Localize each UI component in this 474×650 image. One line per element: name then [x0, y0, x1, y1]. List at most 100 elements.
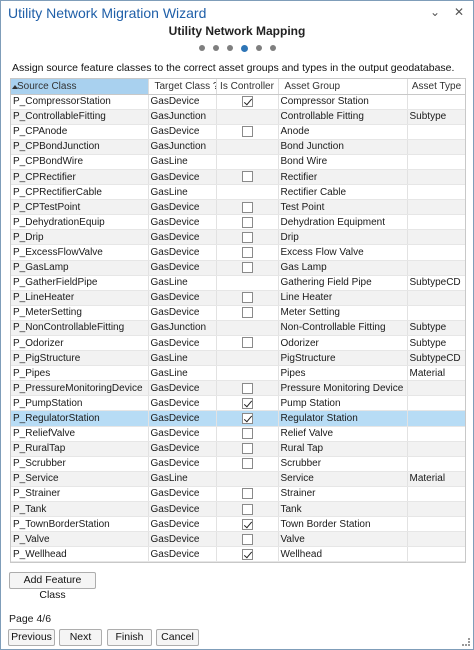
asset-type-cell[interactable]: [407, 486, 465, 503]
is-controller-checkbox[interactable]: [241, 246, 253, 258]
source-class-cell[interactable]: P_CompressorStation: [11, 94, 149, 110]
source-class-cell[interactable]: P_Service: [11, 471, 149, 487]
table-row[interactable]: P_GatherFieldPipe GasLine Gathering Field …: [11, 275, 465, 291]
target-class-cell[interactable]: GasLine: [148, 471, 217, 487]
is-controller-cell[interactable]: [216, 229, 279, 246]
target-class-cell[interactable]: GasDevice: [148, 395, 217, 412]
is-controller-cell[interactable]: [216, 184, 279, 201]
target-class-cell[interactable]: GasDevice: [148, 335, 217, 352]
column-header-source-class[interactable]: Source Class: [11, 79, 149, 95]
asset-type-cell[interactable]: [407, 441, 465, 457]
asset-group-cell[interactable]: Town Border Station: [278, 516, 408, 533]
table-row[interactable]: P_Wellhead GasDevice Wellhead: [11, 546, 465, 562]
table-row[interactable]: P_RegulatorStation GasDevice Regulator Sta…: [11, 410, 465, 427]
table-row[interactable]: P_PigStructure GasLine PigStructure Subtype…: [11, 350, 465, 367]
is-controller-cell[interactable]: [216, 169, 279, 186]
source-class-cell[interactable]: P_PigStructure: [11, 350, 149, 367]
is-controller-checkbox[interactable]: [241, 95, 253, 107]
asset-type-cell[interactable]: [407, 124, 465, 140]
target-class-cell[interactable]: GasDevice: [148, 124, 217, 140]
target-class-cell[interactable]: GasDevice: [148, 244, 217, 261]
asset-type-cell[interactable]: [407, 516, 465, 533]
is-controller-cell[interactable]: [216, 456, 279, 472]
is-controller-checkbox[interactable]: [241, 171, 253, 183]
target-class-cell[interactable]: GasJunction: [148, 320, 217, 337]
source-class-cell[interactable]: P_ExcessFlowValve: [11, 244, 149, 261]
target-class-cell[interactable]: GasDevice: [148, 456, 217, 472]
target-class-cell[interactable]: GasLine: [148, 275, 217, 291]
is-controller-cell[interactable]: [216, 395, 279, 412]
source-class-cell[interactable]: P_ReliefValve: [11, 426, 149, 442]
is-controller-cell[interactable]: [216, 124, 279, 140]
asset-group-cell[interactable]: Strainer: [278, 486, 408, 503]
asset-type-cell[interactable]: Subtype: [407, 320, 465, 337]
target-class-cell[interactable]: GasLine: [148, 154, 217, 170]
target-class-cell[interactable]: GasDevice: [148, 531, 217, 548]
table-row[interactable]: P_DehydrationEquip GasDevice Dehydration E…: [11, 214, 465, 231]
asset-type-cell[interactable]: [407, 290, 465, 306]
add-feature-class-button[interactable]: Add Feature Class: [9, 572, 96, 601]
source-class-cell[interactable]: P_Drip: [11, 229, 149, 246]
is-controller-cell[interactable]: [216, 139, 279, 155]
asset-group-cell[interactable]: Pump Station: [278, 395, 408, 412]
is-controller-checkbox[interactable]: [241, 397, 253, 409]
source-class-cell[interactable]: P_TownBorderStation: [11, 516, 149, 533]
target-class-cell[interactable]: GasDevice: [148, 290, 217, 306]
source-class-cell[interactable]: P_Wellhead: [11, 546, 149, 562]
is-controller-checkbox[interactable]: [241, 231, 253, 243]
target-class-cell[interactable]: GasLine: [148, 184, 217, 201]
source-class-cell[interactable]: P_LineHeater: [11, 290, 149, 306]
asset-type-cell[interactable]: [407, 410, 465, 427]
asset-type-cell[interactable]: [407, 546, 465, 562]
asset-group-cell[interactable]: Dehydration Equipment: [278, 214, 408, 231]
asset-type-cell[interactable]: [407, 380, 465, 397]
source-class-cell[interactable]: P_PressureMonitoringDevice: [11, 380, 149, 397]
asset-type-cell[interactable]: [407, 531, 465, 548]
source-class-cell[interactable]: P_CPBondJunction: [11, 139, 149, 155]
column-header-asset-group[interactable]: Asset Group: [278, 79, 408, 95]
asset-group-cell[interactable]: Scrubber: [278, 456, 408, 472]
asset-group-cell[interactable]: Anode: [278, 124, 408, 140]
asset-group-cell[interactable]: Meter Setting: [278, 305, 408, 321]
source-class-cell[interactable]: P_Strainer: [11, 486, 149, 503]
column-header-target-class[interactable]: Target Class ?: [148, 79, 217, 95]
target-class-cell[interactable]: GasLine: [148, 350, 217, 367]
is-controller-cell[interactable]: [216, 441, 279, 457]
is-controller-cell[interactable]: [216, 531, 279, 548]
table-row[interactable]: P_Drip GasDevice Drip: [11, 229, 465, 246]
asset-type-cell[interactable]: [407, 426, 465, 442]
asset-group-cell[interactable]: Wellhead: [278, 546, 408, 562]
asset-group-cell[interactable]: Rural Tap: [278, 441, 408, 457]
is-controller-checkbox[interactable]: [241, 503, 253, 515]
is-controller-cell[interactable]: [216, 244, 279, 261]
asset-type-cell[interactable]: Subtype: [407, 109, 465, 125]
asset-type-cell[interactable]: [407, 305, 465, 321]
is-controller-cell[interactable]: [216, 380, 279, 397]
source-class-cell[interactable]: P_Scrubber: [11, 456, 149, 472]
source-class-cell[interactable]: P_RegulatorStation: [11, 410, 149, 427]
is-controller-checkbox[interactable]: [241, 307, 253, 319]
target-class-cell[interactable]: GasDevice: [148, 199, 217, 216]
is-controller-checkbox[interactable]: [241, 292, 253, 304]
is-controller-cell[interactable]: [216, 154, 279, 170]
table-row[interactable]: P_Pipes GasLine Pipes Material: [11, 365, 465, 382]
table-row[interactable]: P_RuralTap GasDevice Rural Tap: [11, 441, 465, 457]
target-class-cell[interactable]: GasDevice: [148, 94, 217, 110]
close-icon[interactable]: ✕: [452, 4, 466, 20]
asset-group-cell[interactable]: Excess Flow Valve: [278, 244, 408, 261]
is-controller-checkbox[interactable]: [241, 428, 253, 440]
asset-type-cell[interactable]: Subtype: [407, 335, 465, 352]
asset-group-cell[interactable]: Service: [278, 471, 408, 487]
asset-type-cell[interactable]: [407, 244, 465, 261]
pin-icon[interactable]: ⌄: [428, 4, 442, 20]
asset-group-cell[interactable]: Controllable Fitting: [278, 109, 408, 125]
asset-group-cell[interactable]: Gas Lamp: [278, 260, 408, 276]
is-controller-cell[interactable]: [216, 410, 279, 427]
asset-group-cell[interactable]: Rectifier Cable: [278, 184, 408, 201]
column-header-asset-type[interactable]: Asset Type: [407, 79, 465, 95]
target-class-cell[interactable]: GasDevice: [148, 260, 217, 276]
is-controller-checkbox[interactable]: [241, 458, 253, 470]
asset-group-cell[interactable]: Valve: [278, 531, 408, 548]
table-row[interactable]: P_ControllableFitting GasJunction Controll…: [11, 109, 465, 125]
asset-group-cell[interactable]: Non-Controllable Fitting: [278, 320, 408, 337]
